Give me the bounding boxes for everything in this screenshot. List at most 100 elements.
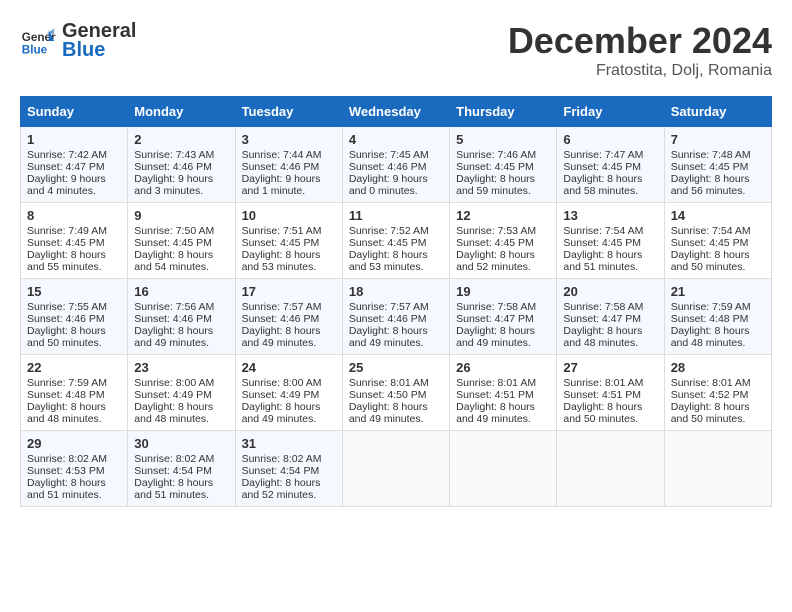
calendar-cell: 15Sunrise: 7:55 AMSunset: 4:46 PMDayligh… <box>21 279 128 355</box>
sunset-time: Sunset: 4:46 PM <box>242 313 320 325</box>
daylight-hours: Daylight: 8 hours and 50 minutes. <box>27 325 106 349</box>
daylight-hours: Daylight: 8 hours and 55 minutes. <box>27 249 106 273</box>
daylight-hours: Daylight: 8 hours and 49 minutes. <box>242 401 321 425</box>
daylight-hours: Daylight: 8 hours and 51 minutes. <box>134 477 213 501</box>
calendar-cell <box>664 431 771 507</box>
sunset-time: Sunset: 4:46 PM <box>134 313 212 325</box>
sunset-time: Sunset: 4:54 PM <box>242 465 320 477</box>
calendar-cell: 13Sunrise: 7:54 AMSunset: 4:45 PMDayligh… <box>557 203 664 279</box>
calendar-week-row: 1Sunrise: 7:42 AMSunset: 4:47 PMDaylight… <box>21 127 772 203</box>
sunset-time: Sunset: 4:45 PM <box>563 237 641 249</box>
sunrise-time: Sunrise: 8:02 AM <box>27 453 107 465</box>
calendar-cell: 29Sunrise: 8:02 AMSunset: 4:53 PMDayligh… <box>21 431 128 507</box>
day-number: 5 <box>456 132 550 147</box>
calendar-week-row: 22Sunrise: 7:59 AMSunset: 4:48 PMDayligh… <box>21 355 772 431</box>
day-number: 10 <box>242 208 336 223</box>
sunrise-time: Sunrise: 8:01 AM <box>456 377 536 389</box>
day-number: 2 <box>134 132 228 147</box>
calendar-header-row: SundayMondayTuesdayWednesdayThursdayFrid… <box>21 97 772 127</box>
daylight-hours: Daylight: 9 hours and 0 minutes. <box>349 173 428 197</box>
sunset-time: Sunset: 4:52 PM <box>671 389 749 401</box>
day-number: 19 <box>456 284 550 299</box>
month-title: December 2024 <box>508 20 772 62</box>
day-number: 17 <box>242 284 336 299</box>
day-number: 21 <box>671 284 765 299</box>
calendar-cell: 19Sunrise: 7:58 AMSunset: 4:47 PMDayligh… <box>450 279 557 355</box>
day-number: 20 <box>563 284 657 299</box>
day-number: 6 <box>563 132 657 147</box>
sunrise-time: Sunrise: 7:59 AM <box>27 377 107 389</box>
calendar-cell: 4Sunrise: 7:45 AMSunset: 4:46 PMDaylight… <box>342 127 449 203</box>
sunset-time: Sunset: 4:53 PM <box>27 465 105 477</box>
daylight-hours: Daylight: 8 hours and 48 minutes. <box>134 401 213 425</box>
day-number: 30 <box>134 436 228 451</box>
daylight-hours: Daylight: 8 hours and 50 minutes. <box>671 249 750 273</box>
day-number: 13 <box>563 208 657 223</box>
calendar-cell: 11Sunrise: 7:52 AMSunset: 4:45 PMDayligh… <box>342 203 449 279</box>
sunset-time: Sunset: 4:45 PM <box>242 237 320 249</box>
day-number: 29 <box>27 436 121 451</box>
day-number: 26 <box>456 360 550 375</box>
calendar-cell: 24Sunrise: 8:00 AMSunset: 4:49 PMDayligh… <box>235 355 342 431</box>
sunrise-time: Sunrise: 7:50 AM <box>134 225 214 237</box>
day-number: 18 <box>349 284 443 299</box>
calendar-table: SundayMondayTuesdayWednesdayThursdayFrid… <box>20 96 772 507</box>
sunset-time: Sunset: 4:45 PM <box>563 161 641 173</box>
day-number: 28 <box>671 360 765 375</box>
sunrise-time: Sunrise: 7:48 AM <box>671 149 751 161</box>
sunrise-time: Sunrise: 7:58 AM <box>563 301 643 313</box>
header-wednesday: Wednesday <box>342 97 449 127</box>
daylight-hours: Daylight: 9 hours and 1 minute. <box>242 173 321 197</box>
daylight-hours: Daylight: 8 hours and 49 minutes. <box>349 401 428 425</box>
sunset-time: Sunset: 4:47 PM <box>563 313 641 325</box>
calendar-cell: 10Sunrise: 7:51 AMSunset: 4:45 PMDayligh… <box>235 203 342 279</box>
sunrise-time: Sunrise: 7:43 AM <box>134 149 214 161</box>
calendar-cell: 21Sunrise: 7:59 AMSunset: 4:48 PMDayligh… <box>664 279 771 355</box>
day-number: 4 <box>349 132 443 147</box>
header-friday: Friday <box>557 97 664 127</box>
calendar-cell: 5Sunrise: 7:46 AMSunset: 4:45 PMDaylight… <box>450 127 557 203</box>
day-number: 11 <box>349 208 443 223</box>
calendar-cell: 31 Sunrise: 8:02 AMSunset: 4:54 PMDayligh… <box>235 431 342 507</box>
calendar-cell: 14Sunrise: 7:54 AMSunset: 4:45 PMDayligh… <box>664 203 771 279</box>
calendar-cell: 7Sunrise: 7:48 AMSunset: 4:45 PMDaylight… <box>664 127 771 203</box>
sunset-time: Sunset: 4:51 PM <box>456 389 534 401</box>
sunrise-time: Sunrise: 7:57 AM <box>349 301 429 313</box>
calendar-cell <box>342 431 449 507</box>
sunrise-time: Sunrise: 7:59 AM <box>671 301 751 313</box>
sunset-time: Sunset: 4:45 PM <box>671 237 749 249</box>
day-number: 31 <box>242 436 336 451</box>
calendar-week-row: 29Sunrise: 8:02 AMSunset: 4:53 PMDayligh… <box>21 431 772 507</box>
daylight-hours: Daylight: 8 hours and 52 minutes. <box>242 477 321 501</box>
daylight-hours: Daylight: 8 hours and 48 minutes. <box>563 325 642 349</box>
sunset-time: Sunset: 4:45 PM <box>456 237 534 249</box>
sunrise-time: Sunrise: 7:46 AM <box>456 149 536 161</box>
calendar-cell: 17Sunrise: 7:57 AMSunset: 4:46 PMDayligh… <box>235 279 342 355</box>
page-header: General Blue General Blue December 2024 … <box>20 20 772 80</box>
sunrise-time: Sunrise: 7:57 AM <box>242 301 322 313</box>
sunrise-time: Sunrise: 7:54 AM <box>563 225 643 237</box>
calendar-cell: 9Sunrise: 7:50 AMSunset: 4:45 PMDaylight… <box>128 203 235 279</box>
sunrise-time: Sunrise: 8:01 AM <box>671 377 751 389</box>
header-tuesday: Tuesday <box>235 97 342 127</box>
sunrise-time: Sunrise: 7:51 AM <box>242 225 322 237</box>
day-number: 22 <box>27 360 121 375</box>
sunrise-time: Sunrise: 7:54 AM <box>671 225 751 237</box>
daylight-hours: Daylight: 8 hours and 49 minutes. <box>456 325 535 349</box>
sunrise-time: Sunrise: 7:44 AM <box>242 149 322 161</box>
sunrise-time: Sunrise: 8:01 AM <box>563 377 643 389</box>
day-number: 27 <box>563 360 657 375</box>
daylight-hours: Daylight: 8 hours and 50 minutes. <box>671 401 750 425</box>
calendar-cell: 27Sunrise: 8:01 AMSunset: 4:51 PMDayligh… <box>557 355 664 431</box>
daylight-hours: Daylight: 8 hours and 52 minutes. <box>456 249 535 273</box>
calendar-cell: 12Sunrise: 7:53 AMSunset: 4:45 PMDayligh… <box>450 203 557 279</box>
sunrise-time: Sunrise: 8:01 AM <box>349 377 429 389</box>
calendar-cell: 30Sunrise: 8:02 AMSunset: 4:54 PMDayligh… <box>128 431 235 507</box>
sunrise-time: Sunrise: 8:02 AM <box>134 453 214 465</box>
header-monday: Monday <box>128 97 235 127</box>
sunrise-time: Sunrise: 7:56 AM <box>134 301 214 313</box>
calendar-cell: 1Sunrise: 7:42 AMSunset: 4:47 PMDaylight… <box>21 127 128 203</box>
header-saturday: Saturday <box>664 97 771 127</box>
sunset-time: Sunset: 4:47 PM <box>456 313 534 325</box>
sunrise-time: Sunrise: 8:02 AM <box>242 453 322 465</box>
